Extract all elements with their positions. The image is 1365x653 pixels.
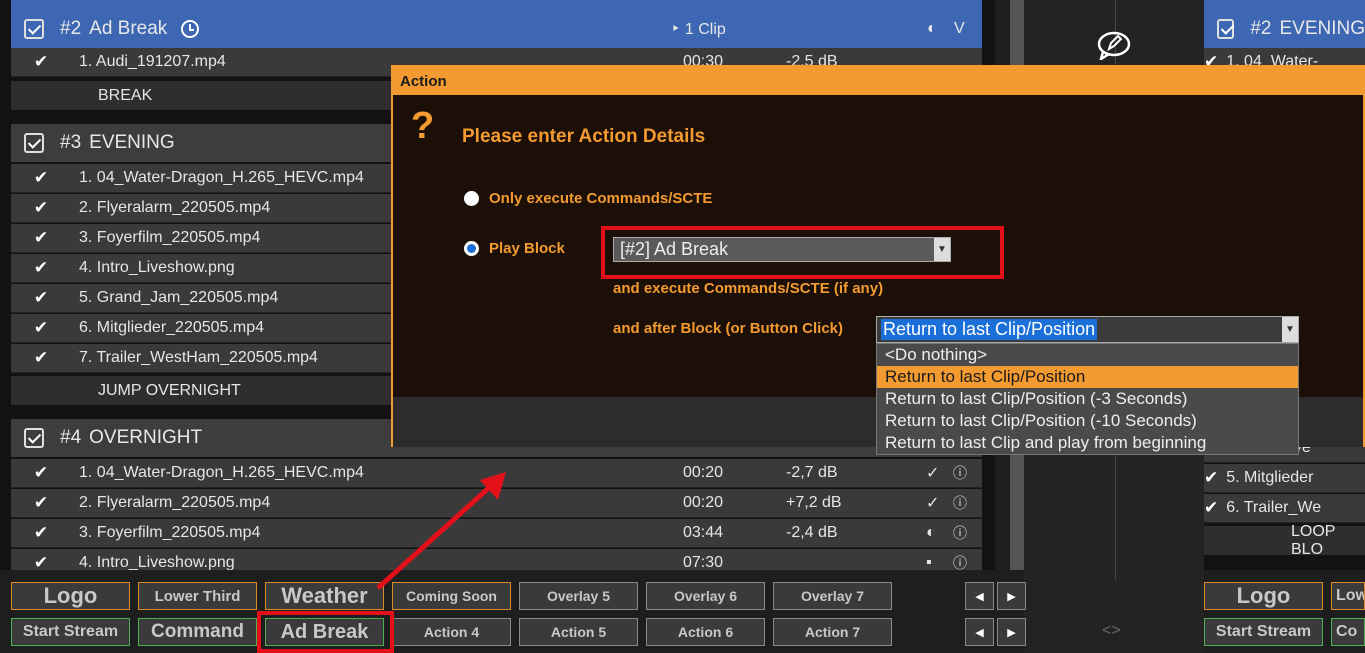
collapse-arrows-icon[interactable]: <> (1102, 622, 1121, 640)
after-block-options: <Do nothing> Return to last Clip/Positio… (876, 343, 1299, 455)
info-icon[interactable]: ⓘ (953, 463, 967, 483)
info-icon[interactable]: ⓘ (953, 493, 967, 513)
contrast-icon: ◐ (927, 20, 937, 37)
block-name: Ad Break (89, 18, 168, 39)
annotation-box (257, 611, 394, 653)
overlay-6-button[interactable]: Overlay 6 (646, 582, 765, 610)
option-return-minus-10[interactable]: Return to last Clip/Position (-10 Second… (877, 410, 1298, 432)
prev-page-icon[interactable]: ◀ (965, 582, 994, 610)
lower-third-button[interactable]: Lower Third (138, 582, 257, 610)
next-page-icon[interactable]: ▶ (997, 582, 1026, 610)
after-block-label: and after Block (or Button Click) (613, 320, 844, 337)
action-4-button[interactable]: Action 4 (392, 618, 511, 646)
check-icon: ✔ (33, 52, 49, 71)
clip-count: ‣ 1 Clip (671, 21, 726, 38)
after-block-select[interactable]: Return to last Clip/Position ▼ (876, 316, 1299, 343)
command-button[interactable]: Co (1331, 618, 1365, 646)
annotation-arrow (376, 472, 506, 590)
check-icon: ✔ (33, 463, 49, 482)
check-icon: ✔ (33, 198, 49, 217)
checkmark-icon: ✓ (926, 495, 940, 512)
chevron-down-icon[interactable]: V (954, 20, 965, 38)
block-checkbox[interactable] (1217, 19, 1235, 39)
table-row[interactable]: ✔ 5. Mitglieder (1204, 464, 1365, 493)
start-stream-button[interactable]: Start Stream (1204, 618, 1323, 646)
dialog-heading: Please enter Action Details (462, 126, 706, 147)
command-button[interactable]: Command (138, 618, 257, 646)
block-checkbox[interactable] (24, 19, 44, 39)
chevron-down-icon: ▼ (1282, 317, 1298, 342)
table-row[interactable]: ✔ 6. Trailer_We (1204, 494, 1365, 523)
prev-page-icon[interactable]: ◀ (965, 618, 994, 646)
check-icon: ✔ (33, 258, 49, 277)
info-icon[interactable]: ⓘ (953, 553, 967, 570)
check-icon: ✔ (33, 348, 49, 367)
check-icon: ✔ (33, 523, 49, 542)
next-page-icon[interactable]: ▶ (997, 618, 1026, 646)
dialog-title: Action (393, 67, 1363, 95)
start-stream-button[interactable]: Start Stream (11, 618, 130, 646)
clock-icon (181, 20, 200, 38)
check-icon: ✔ (33, 228, 49, 247)
radio-commands-only[interactable] (464, 191, 479, 206)
loop-marker: LOOP BLO (1204, 523, 1365, 558)
block-name: EVENING (89, 132, 175, 153)
action-7-button[interactable]: Action 7 (773, 618, 892, 646)
block-name: OVERNIGHT (89, 427, 203, 448)
radio-label-commands: Only execute Commands/SCTE (489, 190, 713, 207)
option-return-beginning[interactable]: Return to last Clip and play from beginn… (877, 432, 1298, 454)
lower-third-button[interactable]: Low (1331, 582, 1365, 610)
option-do-nothing[interactable]: <Do nothing> (877, 344, 1298, 366)
block-checkbox[interactable] (24, 133, 44, 153)
check-icon: ✔ (33, 318, 49, 337)
action-5-button[interactable]: Action 5 (519, 618, 638, 646)
radio-play-block[interactable] (464, 241, 479, 256)
logo-button[interactable]: Logo (1204, 582, 1323, 610)
contrast-icon: ◐ (926, 524, 936, 541)
exec-label: and execute Commands/SCTE (if any) (613, 280, 884, 297)
info-icon[interactable]: ⓘ (953, 523, 967, 543)
check-icon: ✔ (33, 553, 49, 570)
dot-icon: ▪ (926, 554, 932, 570)
check-icon: ✔ (1204, 498, 1219, 517)
logo-button[interactable]: Logo (11, 582, 130, 610)
option-return-last[interactable]: Return to last Clip/Position (877, 366, 1298, 388)
overlay-7-button[interactable]: Overlay 7 (773, 582, 892, 610)
chat-icon[interactable] (1097, 30, 1131, 62)
check-icon: ✔ (33, 493, 49, 512)
option-return-minus-3[interactable]: Return to last Clip/Position (-3 Seconds… (877, 388, 1298, 410)
annotation-box (601, 226, 1004, 279)
check-icon: ✔ (1204, 468, 1219, 487)
question-icon: ? (411, 105, 435, 147)
check-icon: ✔ (33, 168, 49, 187)
checkmark-icon: ✓ (926, 465, 940, 482)
check-icon: ✔ (33, 288, 49, 307)
radio-label-play-block: Play Block (489, 240, 565, 257)
action-6-button[interactable]: Action 6 (646, 618, 765, 646)
overlay-5-button[interactable]: Overlay 5 (519, 582, 638, 610)
block-checkbox[interactable] (24, 428, 44, 448)
block-header-evening[interactable]: #2 EVENING (1204, 10, 1365, 48)
block-header-ad-break[interactable]: #2 Ad Break ‣ 1 Clip ◐ V (11, 10, 982, 48)
